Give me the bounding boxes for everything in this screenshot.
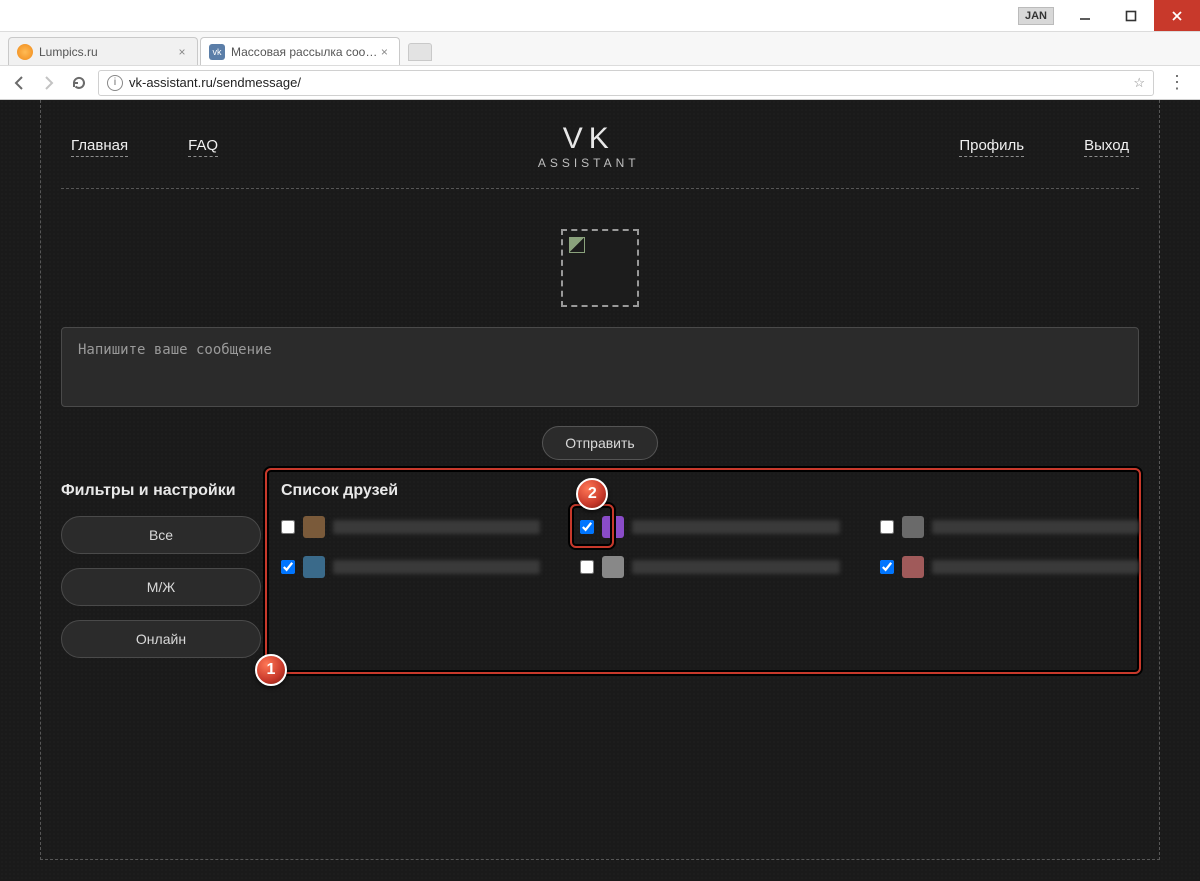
friend-name bbox=[333, 560, 540, 574]
friends-grid: 2 bbox=[281, 516, 1139, 578]
url-input[interactable]: i vk-assistant.ru/sendmessage/ ☆ bbox=[98, 70, 1154, 96]
nav-faq[interactable]: FAQ bbox=[188, 137, 218, 157]
lang-badge: JAN bbox=[1018, 7, 1054, 25]
window-titlebar: JAN bbox=[0, 0, 1200, 32]
friend-checkbox[interactable] bbox=[580, 520, 594, 534]
address-bar: i vk-assistant.ru/sendmessage/ ☆ ⋮ bbox=[0, 66, 1200, 100]
favicon-icon: vk bbox=[209, 44, 225, 60]
tab-title: Массовая рассылка соо… bbox=[231, 45, 377, 59]
filter-all-button[interactable]: Все bbox=[61, 516, 261, 554]
filter-online-button[interactable]: Онлайн bbox=[61, 620, 261, 658]
filters-heading: Фильтры и настройки bbox=[61, 482, 281, 500]
avatar bbox=[303, 556, 325, 578]
site-logo: VK ASSISTANT bbox=[538, 124, 640, 170]
window-maximize-button[interactable] bbox=[1108, 0, 1154, 31]
nav-logout[interactable]: Выход bbox=[1084, 137, 1129, 157]
message-input[interactable] bbox=[61, 327, 1139, 407]
broken-image-icon bbox=[569, 237, 585, 253]
profile-avatar-placeholder[interactable] bbox=[561, 229, 639, 307]
browser-menu-icon[interactable]: ⋮ bbox=[1162, 72, 1192, 93]
browser-tabs: Lumpics.ru × vk Массовая рассылка соо… × bbox=[0, 32, 1200, 66]
friend-checkbox[interactable] bbox=[281, 520, 295, 534]
browser-tab-lumpics[interactable]: Lumpics.ru × bbox=[8, 37, 198, 65]
window-close-button[interactable] bbox=[1154, 0, 1200, 31]
send-button[interactable]: Отправить bbox=[542, 426, 657, 460]
bookmark-star-icon[interactable]: ☆ bbox=[1133, 75, 1145, 91]
friends-heading: Список друзей bbox=[281, 482, 1139, 500]
friend-checkbox[interactable] bbox=[580, 560, 594, 574]
tab-title: Lumpics.ru bbox=[39, 45, 175, 59]
friend-item[interactable] bbox=[281, 556, 540, 578]
page-content: Главная FAQ VK ASSISTANT Профиль Выход О… bbox=[0, 100, 1200, 881]
browser-tab-vk-assistant[interactable]: vk Массовая рассылка соо… × bbox=[200, 37, 400, 65]
friend-item[interactable] bbox=[880, 556, 1139, 578]
reload-button[interactable] bbox=[68, 72, 90, 94]
url-text: vk-assistant.ru/sendmessage/ bbox=[129, 75, 301, 90]
friends-panel: 1 Список друзей 2 bbox=[281, 482, 1139, 672]
top-nav: Главная FAQ VK ASSISTANT Профиль Выход bbox=[61, 110, 1139, 189]
avatar bbox=[602, 556, 624, 578]
logo-subtitle: ASSISTANT bbox=[538, 156, 640, 170]
filter-gender-button[interactable]: М/Ж bbox=[61, 568, 261, 606]
friend-checkbox[interactable] bbox=[880, 560, 894, 574]
site-info-icon[interactable]: i bbox=[107, 75, 123, 91]
forward-button bbox=[38, 72, 60, 94]
friend-item[interactable]: 2 bbox=[580, 516, 839, 538]
avatar bbox=[902, 556, 924, 578]
avatar bbox=[303, 516, 325, 538]
friend-checkbox[interactable] bbox=[281, 560, 295, 574]
window-minimize-button[interactable] bbox=[1062, 0, 1108, 31]
friend-name bbox=[932, 560, 1139, 574]
friend-name bbox=[632, 560, 839, 574]
new-tab-button[interactable] bbox=[408, 43, 432, 61]
friend-checkbox[interactable] bbox=[880, 520, 894, 534]
tab-close-icon[interactable]: × bbox=[377, 45, 391, 59]
friend-item[interactable] bbox=[580, 556, 839, 578]
friend-item[interactable] bbox=[880, 516, 1139, 538]
friend-name bbox=[333, 520, 540, 534]
logo-title: VK bbox=[538, 124, 640, 154]
friend-name bbox=[632, 520, 839, 534]
friend-item[interactable] bbox=[281, 516, 540, 538]
avatar bbox=[602, 516, 624, 538]
avatar bbox=[902, 516, 924, 538]
back-button[interactable] bbox=[8, 72, 30, 94]
friend-name bbox=[932, 520, 1139, 534]
tab-close-icon[interactable]: × bbox=[175, 45, 189, 59]
favicon-icon bbox=[17, 44, 33, 60]
nav-home[interactable]: Главная bbox=[71, 137, 128, 157]
nav-profile[interactable]: Профиль bbox=[959, 137, 1024, 157]
filters-panel: Фильтры и настройки Все М/Ж Онлайн bbox=[61, 482, 281, 672]
main-container: Главная FAQ VK ASSISTANT Профиль Выход О… bbox=[40, 100, 1160, 860]
